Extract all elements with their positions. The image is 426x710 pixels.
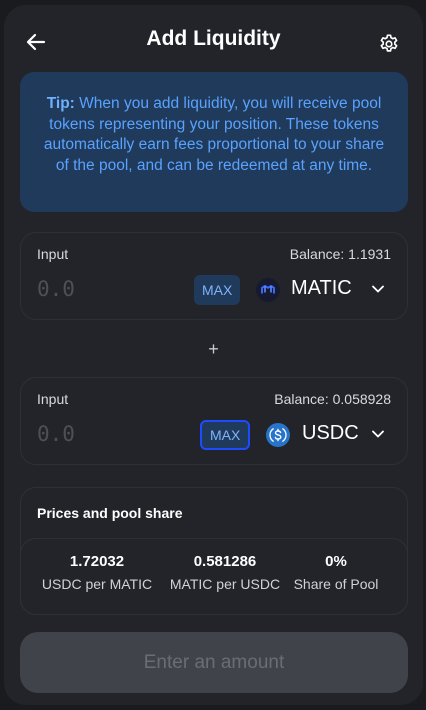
max-button-matic[interactable]: MAX [194,275,241,305]
input-label: Input [37,246,69,262]
gear-icon[interactable] [378,33,400,55]
stat-label: MATIC per USDC [169,576,281,592]
input-label: Input [37,391,69,407]
chevron-down-icon[interactable] [371,429,385,439]
prices-panel: Prices and pool share 1.72032 USDC per M… [20,487,408,615]
usdc-token-icon [266,423,290,447]
tip-label: Tip: [46,95,75,112]
stat-value: 1.72032 [69,553,125,570]
add-liquidity-card: Add Liquidity Tip: When you add liquidit… [4,5,423,705]
header: Add Liquidity [4,5,423,73]
stat-value: 0% [325,553,347,570]
prices-title: Prices and pool share [37,505,183,521]
amount-input-matic[interactable] [37,277,177,301]
prices-stats: 1.72032 USDC per MATIC 0.581286 MATIC pe… [20,538,408,615]
plus-separator: + [208,339,219,359]
balance-text: Balance: 0.058928 [274,391,391,407]
balance-text: Balance: 1.1931 [289,246,391,262]
token-symbol-usdc[interactable]: USDC [302,422,359,445]
max-button-usdc[interactable]: MAX [200,420,251,450]
tip-text: When you add liquidity, you will receive… [43,95,385,174]
input-panel-matic: Input Balance: 1.1931 MAX MATIC [20,232,408,320]
amount-input-usdc[interactable] [37,422,177,446]
stat-share-of-pool: 0% Share of Pool [289,553,383,592]
token-symbol-matic[interactable]: MATIC [291,277,352,300]
matic-token-icon [256,278,280,302]
tip-banner: Tip: When you add liquidity, you will re… [20,72,408,212]
stat-label: Share of Pool [293,576,379,592]
input-panel-usdc: Input Balance: 0.058928 MAX USDC [20,377,408,465]
enter-amount-button[interactable]: Enter an amount [20,632,408,693]
stat-usdc-per-matic: 1.72032 USDC per MATIC [35,553,159,592]
stat-value: 0.581286 [193,553,257,570]
page-title: Add Liquidity [146,27,281,50]
stat-matic-per-usdc: 0.581286 MATIC per USDC [163,553,287,592]
chevron-down-icon[interactable] [371,284,385,294]
stat-label: USDC per MATIC [41,576,153,592]
